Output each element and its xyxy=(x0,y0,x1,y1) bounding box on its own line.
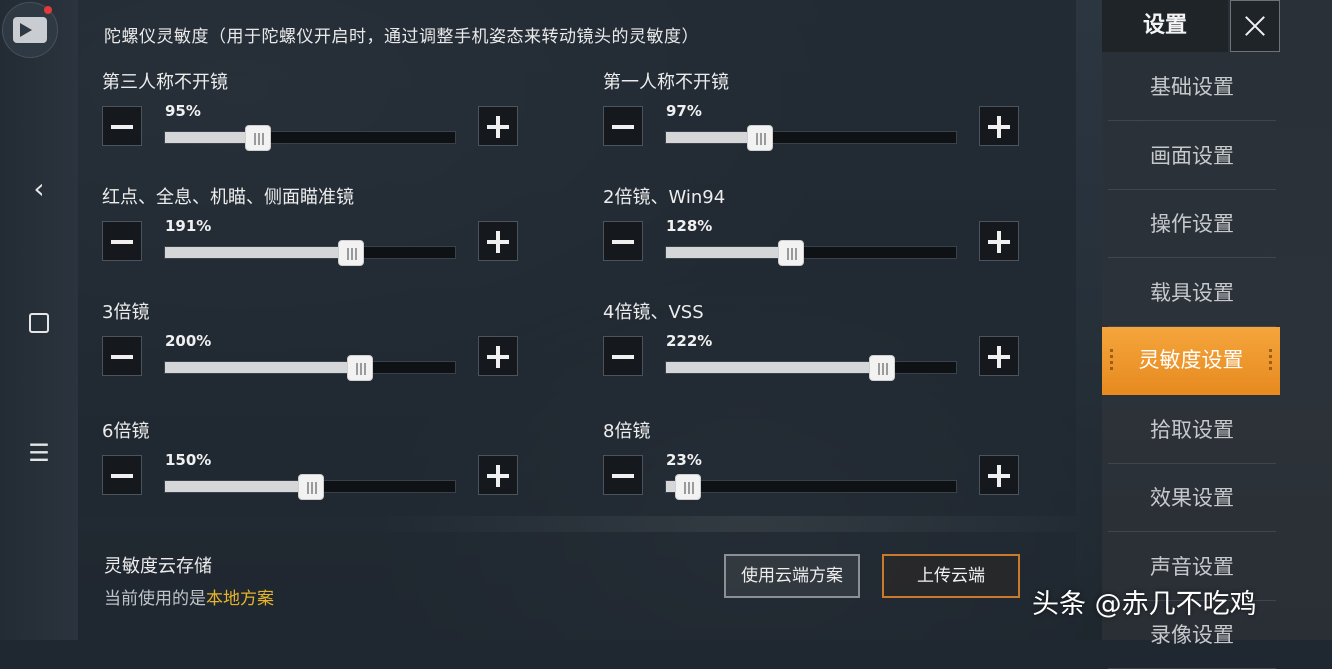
increase-button[interactable] xyxy=(478,455,518,495)
sensitivity-slider-row: 第三人称不开镜 95% xyxy=(102,68,522,168)
sensitivity-slider-row: 2倍镜、Win94 128% xyxy=(603,183,1023,283)
slider-fill xyxy=(165,481,311,492)
increase-button[interactable] xyxy=(478,336,518,376)
slider-value: 97% xyxy=(666,102,702,120)
panel-title: 陀螺仪灵敏度（用于陀螺仪开启时，通过调整手机姿态来转动镜头的灵敏度） xyxy=(104,27,699,47)
slider-value: 95% xyxy=(165,102,201,120)
use-cloud-scheme-button[interactable]: 使用云端方案 xyxy=(724,554,860,598)
slider-handle[interactable] xyxy=(869,355,895,381)
close-icon[interactable] xyxy=(1230,0,1280,52)
minus-icon xyxy=(612,125,634,129)
settings-title: 设置 xyxy=(1102,0,1228,52)
increase-button[interactable] xyxy=(979,455,1019,495)
slider-handle[interactable] xyxy=(778,240,804,266)
minus-icon xyxy=(612,355,634,359)
slider-value: 23% xyxy=(666,451,702,469)
decrease-button[interactable] xyxy=(102,336,142,376)
slider-label: 第三人称不开镜 xyxy=(102,72,228,93)
increase-button[interactable] xyxy=(979,106,1019,146)
menu-item[interactable]: 灵敏度设置 xyxy=(1102,327,1280,395)
sensitivity-slider-row: 第一人称不开镜 97% xyxy=(603,68,1023,168)
slider-handle[interactable] xyxy=(245,125,271,151)
home-icon[interactable] xyxy=(22,305,56,339)
slider-fill xyxy=(666,132,760,143)
cloud-storage-title: 灵敏度云存储 xyxy=(104,556,212,577)
menu-item[interactable]: 效果设置 xyxy=(1108,465,1276,532)
video-camera-icon xyxy=(13,17,47,43)
decrease-button[interactable] xyxy=(102,106,142,146)
screen-record-button[interactable] xyxy=(2,2,58,58)
slider-handle[interactable] xyxy=(347,355,373,381)
slider-label: 第一人称不开镜 xyxy=(603,72,729,93)
slider-fill xyxy=(666,362,882,373)
slider-label: 6倍镜 xyxy=(102,421,150,442)
decrease-button[interactable] xyxy=(603,336,643,376)
sensitivity-slider-row: 8倍镜 23% xyxy=(603,417,1023,517)
sensitivity-slider-row: 3倍镜 200% xyxy=(102,298,522,398)
system-sidebar: ‹ ☰ xyxy=(0,0,78,640)
slider-track[interactable] xyxy=(164,125,456,151)
sensitivity-slider-row: 6倍镜 150% xyxy=(102,417,522,517)
settings-menu: 设置 基础设置 画面设置 操作设置 载具设置 灵敏度设置 拾取设置 效果设置 声音设置 录像设置 xyxy=(1102,0,1332,669)
slider-value: 150% xyxy=(165,451,212,469)
slider-track[interactable] xyxy=(164,355,456,381)
upload-cloud-button[interactable]: 上传云端 xyxy=(882,554,1020,598)
menu-item[interactable]: 画面设置 xyxy=(1108,123,1276,190)
recent-apps-icon[interactable]: ☰ xyxy=(22,436,56,470)
slider-track[interactable] xyxy=(164,474,456,500)
minus-icon xyxy=(111,240,133,244)
minus-icon xyxy=(612,240,634,244)
minus-icon xyxy=(111,125,133,129)
watermark: 头条 @赤几不吃鸡 xyxy=(1032,589,1257,620)
slider-fill xyxy=(165,362,360,373)
slider-handle[interactable] xyxy=(675,474,701,500)
slider-value: 222% xyxy=(666,332,713,350)
slider-track[interactable] xyxy=(665,240,957,266)
record-indicator-dot xyxy=(44,6,52,14)
slider-label: 2倍镜、Win94 xyxy=(603,187,726,208)
slider-track[interactable] xyxy=(665,355,957,381)
menu-item[interactable]: 操作设置 xyxy=(1108,191,1276,258)
decrease-button[interactable] xyxy=(603,221,643,261)
slider-value: 200% xyxy=(165,332,212,350)
slider-label: 红点、全息、机瞄、侧面瞄准镜 xyxy=(102,187,354,208)
back-icon[interactable]: ‹ xyxy=(22,172,56,206)
minus-icon xyxy=(612,474,634,478)
decrease-button[interactable] xyxy=(603,106,643,146)
slider-handle[interactable] xyxy=(338,240,364,266)
minus-icon xyxy=(111,355,133,359)
gyroscope-sensitivity-panel: 陀螺仪灵敏度（用于陀螺仪开启时，通过调整手机姿态来转动镜头的灵敏度） 第三人称不… xyxy=(78,0,1076,516)
menu-item[interactable]: 载具设置 xyxy=(1108,260,1276,327)
slider-track[interactable] xyxy=(665,125,957,151)
slider-label: 4倍镜、VSS xyxy=(603,302,704,323)
sensitivity-slider-row: 4倍镜、VSS 222% xyxy=(603,298,1023,398)
current-scheme-text: 当前使用的是本地方案 xyxy=(104,584,274,609)
sensitivity-slider-row: 红点、全息、机瞄、侧面瞄准镜 191% xyxy=(102,183,522,283)
slider-track[interactable] xyxy=(665,474,957,500)
increase-button[interactable] xyxy=(478,221,518,261)
decrease-button[interactable] xyxy=(102,221,142,261)
slider-handle[interactable] xyxy=(747,125,773,151)
slider-track[interactable] xyxy=(164,240,456,266)
slider-value: 128% xyxy=(666,217,713,235)
decrease-button[interactable] xyxy=(102,455,142,495)
current-scheme-prefix: 当前使用的是 xyxy=(104,589,206,609)
slider-fill xyxy=(666,247,791,258)
cloud-storage-panel: 灵敏度云存储 当前使用的是本地方案 使用云端方案 上传云端 xyxy=(78,532,1076,640)
minus-icon xyxy=(111,474,133,478)
increase-button[interactable] xyxy=(478,106,518,146)
menu-item[interactable]: 基础设置 xyxy=(1108,54,1276,121)
decrease-button[interactable] xyxy=(603,455,643,495)
slider-fill xyxy=(165,247,351,258)
menu-item[interactable]: 拾取设置 xyxy=(1108,397,1276,464)
slider-label: 3倍镜 xyxy=(102,302,150,323)
current-scheme-value: 本地方案 xyxy=(206,589,274,609)
increase-button[interactable] xyxy=(979,221,1019,261)
increase-button[interactable] xyxy=(979,336,1019,376)
slider-value: 191% xyxy=(165,217,212,235)
slider-label: 8倍镜 xyxy=(603,421,651,442)
slider-handle[interactable] xyxy=(298,474,324,500)
